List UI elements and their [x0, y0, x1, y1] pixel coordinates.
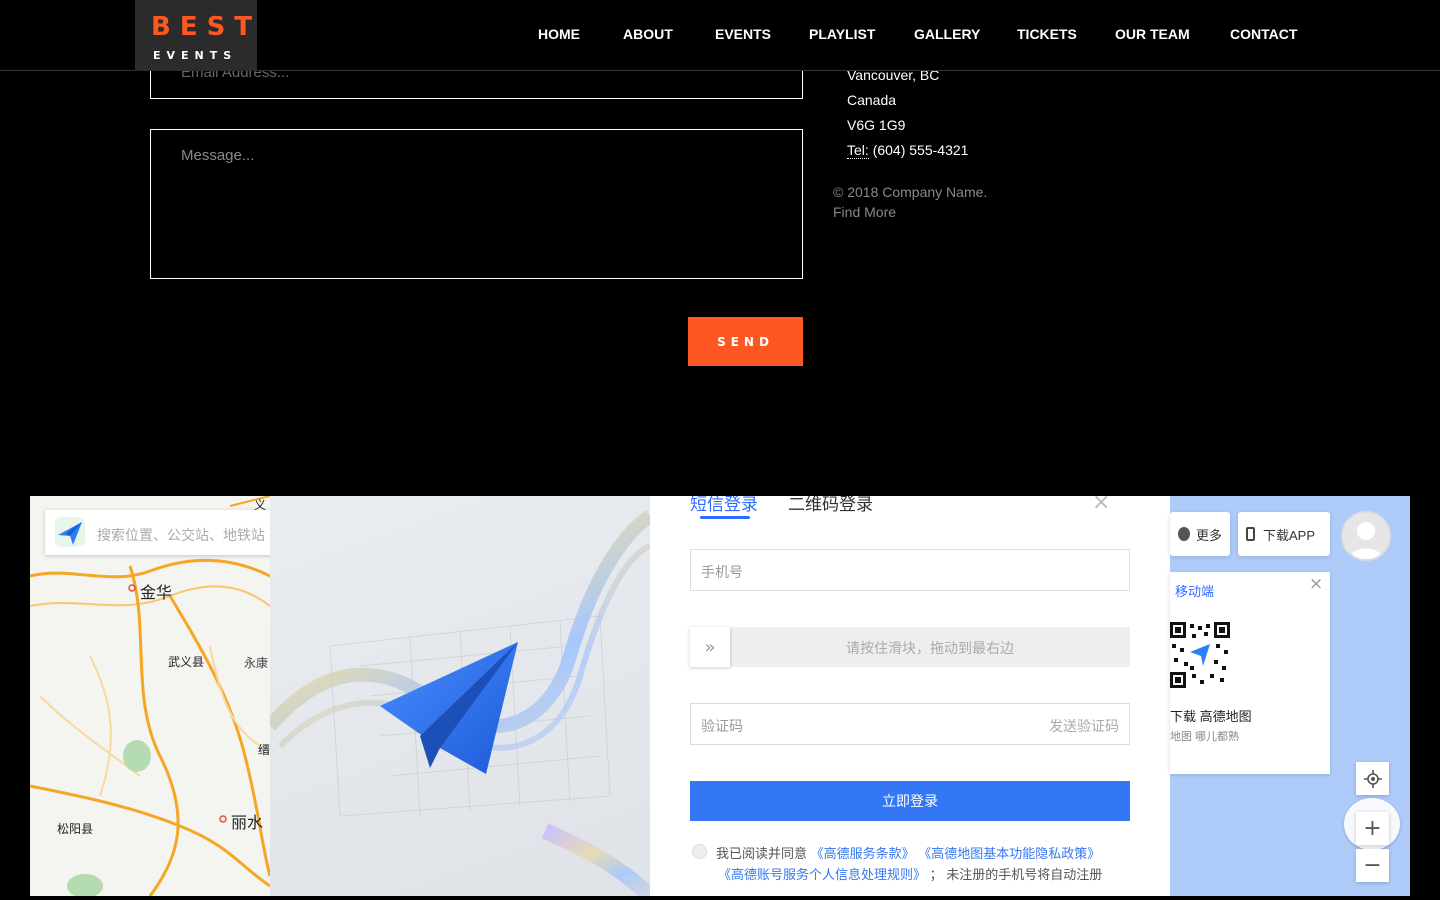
- terms-personal-link[interactable]: 《高德账号服务个人信息处理规则》: [718, 867, 926, 882]
- close-icon[interactable]: ×: [1092, 496, 1110, 515]
- map-label-jin: 缙: [258, 743, 270, 757]
- map-search-input[interactable]: 搜索位置、公交站、地铁站: [45, 510, 270, 555]
- more-button[interactable]: 更多: [1170, 512, 1230, 556]
- page: BEST EVENTS HOME ABOUT EVENTS PLAYLIST G…: [0, 0, 1440, 900]
- captcha-slider[interactable]: 请按住滑块，拖动到最右边 »: [690, 627, 1130, 667]
- nav-our-team[interactable]: OUR TEAM: [1115, 26, 1190, 42]
- paper-plane-illustration: [270, 510, 650, 896]
- login-form: 短信登录 二维码登录 × 手机号 请按住滑块，拖动到最右边 » 验证码 发送验证…: [650, 496, 1170, 896]
- map-label-lishui: 丽水: [231, 815, 264, 832]
- address-postal: V6G 1G9: [847, 117, 906, 133]
- map-label-yongkang: 永康: [244, 656, 269, 670]
- avatar[interactable]: [1341, 511, 1391, 561]
- tel-label: Tel:: [847, 142, 869, 159]
- address-country: Canada: [847, 92, 897, 108]
- map-label-wuyi: 武义县: [168, 655, 205, 669]
- download-app-button[interactable]: 下载APP: [1238, 512, 1330, 556]
- chat-icon: [1178, 527, 1190, 541]
- phone-placeholder: 手机号: [701, 564, 743, 580]
- message-placeholder: Message...: [181, 147, 255, 164]
- phone-icon: [1246, 527, 1255, 541]
- find-more-link[interactable]: Find More: [833, 204, 896, 220]
- nav-events[interactable]: EVENTS: [715, 26, 771, 42]
- more-label: 更多: [1195, 527, 1222, 543]
- tab-qr-login[interactable]: 二维码登录: [788, 496, 873, 515]
- map-right-area[interactable]: 更多 下载APP 移动端 × 下载 高德地图 地图 哪儿都熟 + −: [1170, 496, 1410, 896]
- close-icon[interactable]: ×: [1309, 574, 1323, 594]
- qr-code-icon: [1170, 622, 1230, 688]
- slider-hint: 请按住滑块，拖动到最右边: [846, 640, 1014, 656]
- message-field[interactable]: Message...: [150, 129, 803, 279]
- nav-gallery[interactable]: GALLERY: [914, 26, 980, 42]
- slider-handle-icon[interactable]: »: [690, 627, 730, 667]
- phone-field[interactable]: 手机号: [690, 549, 1130, 591]
- tab-active-indicator: [700, 516, 750, 519]
- code-field[interactable]: 验证码 发送验证码: [690, 703, 1130, 745]
- copyright: © 2018 Company Name.: [833, 184, 988, 200]
- logo[interactable]: BEST EVENTS: [135, 0, 257, 71]
- zoom-out-button[interactable]: −: [1356, 849, 1389, 882]
- nav-home[interactable]: HOME: [538, 26, 580, 42]
- send-button[interactable]: SEND: [688, 317, 803, 366]
- tab-sms-login[interactable]: 短信登录: [690, 496, 758, 515]
- address-tel: Tel: (604) 555-4321: [847, 142, 969, 159]
- logo-subtitle: EVENTS: [153, 49, 238, 62]
- map-label-jinhua: 金华: [140, 585, 173, 602]
- login-button[interactable]: 立即登录: [690, 781, 1130, 821]
- terms-privacy-link[interactable]: 《高德地图基本功能隐私政策》: [918, 846, 1100, 861]
- download-title: 下载 高德地图: [1170, 709, 1252, 724]
- agree-prefix: 我已阅读并同意: [716, 846, 808, 861]
- login-modal: 短信登录 二维码登录 × 手机号 请按住滑块，拖动到最右边 » 验证码 发送验证…: [270, 496, 1170, 896]
- download-app-label: 下载APP: [1263, 527, 1316, 543]
- agree-checkbox[interactable]: [692, 844, 707, 859]
- nav-contact[interactable]: CONTACT: [1230, 26, 1297, 42]
- map-search-placeholder: 搜索位置、公交站、地铁站: [97, 527, 265, 543]
- amap-logo-icon: [55, 517, 85, 547]
- zoom-in-button[interactable]: +: [1356, 812, 1389, 845]
- agreement-line-2: 《高德账号服务个人信息处理规则》 ； 未注册的手机号将自动注册: [718, 864, 1102, 883]
- terms-service-link[interactable]: 《高德服务条款》: [811, 846, 915, 861]
- site-header: BEST EVENTS HOME ABOUT EVENTS PLAYLIST G…: [0, 0, 1440, 71]
- map-label-songyang: 松阳县: [57, 822, 94, 836]
- map-embed[interactable]: 金华 武义县 永康 缙 丽水 松阳县 义 搜索位置、公交站、地铁站 短信登录 二…: [30, 496, 1410, 896]
- login-illustration: [270, 496, 650, 896]
- nav-about[interactable]: ABOUT: [623, 26, 673, 42]
- download-subtitle: 地图 哪儿都熟: [1170, 731, 1240, 743]
- send-code-button[interactable]: 发送验证码: [1049, 716, 1119, 736]
- locate-icon[interactable]: [1356, 762, 1389, 795]
- map-left-area[interactable]: 金华 武义县 永康 缙 丽水 松阳县 义 搜索位置、公交站、地铁站: [30, 496, 270, 896]
- tel-value[interactable]: (604) 555-4321: [873, 142, 969, 158]
- qr-download-card: 移动端 × 下载 高德地图 地图 哪儿都熟: [1170, 572, 1330, 774]
- nav-playlist[interactable]: PLAYLIST: [809, 26, 875, 42]
- agree-suffix: ； 未注册的手机号将自动注册: [929, 867, 1103, 882]
- crosshair-icon: [1363, 769, 1382, 788]
- code-placeholder: 验证码: [701, 718, 743, 734]
- logo-title: BEST: [151, 12, 262, 42]
- nav-tickets[interactable]: TICKETS: [1017, 26, 1077, 42]
- user-avatar-icon: [1343, 513, 1389, 559]
- mobile-label: 移动端: [1175, 584, 1215, 599]
- agreement-line-1: 我已阅读并同意 《高德服务条款》 《高德地图基本功能隐私政策》: [716, 843, 1100, 862]
